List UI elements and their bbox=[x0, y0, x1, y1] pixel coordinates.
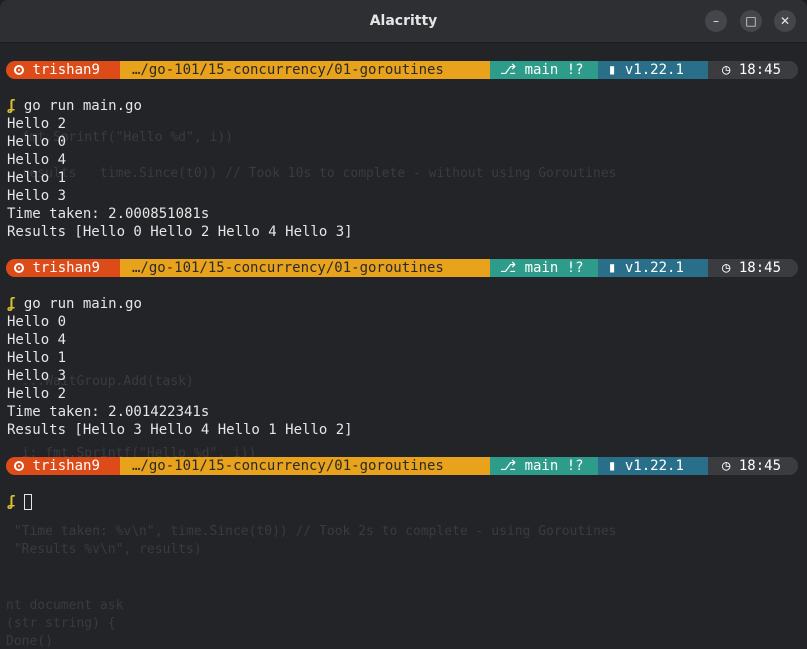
output-line: Hello 1 bbox=[7, 350, 67, 366]
prompt-git-segment: ⎇ main !? bbox=[490, 457, 598, 475]
prompt-go-version: v1.22.1 bbox=[624, 458, 684, 474]
minimize-button[interactable]: – bbox=[705, 10, 727, 32]
command-line: ʆ go run main.go bbox=[7, 97, 142, 115]
maximize-button[interactable]: □ bbox=[740, 10, 762, 32]
prompt-git-segment: ⎇ main !? bbox=[490, 259, 598, 277]
ghost-text: Done() bbox=[6, 634, 53, 649]
output-line: Results [Hello 0 Hello 2 Hello 4 Hello 3… bbox=[7, 224, 353, 240]
prompt-user-segment: trishan9 bbox=[6, 259, 120, 277]
go-icon: ▮ bbox=[608, 62, 617, 78]
prompt-git-branch: main !? bbox=[524, 458, 584, 474]
output-line: Hello 2 bbox=[7, 386, 67, 402]
command-text: go run main.go bbox=[23, 296, 142, 312]
prompt-go-version: v1.22.1 bbox=[624, 62, 684, 78]
go-icon: ▮ bbox=[608, 458, 617, 474]
prompt-git-segment: ⎇ main !? bbox=[490, 61, 598, 79]
ubuntu-icon bbox=[14, 65, 24, 75]
prompt-path-segment: …/go-101/15-concurrency/01-goroutines bbox=[120, 457, 490, 475]
output-line: Hello 3 bbox=[7, 188, 67, 204]
prompt-path: …/go-101/15-concurrency/01-goroutines bbox=[132, 62, 444, 78]
prompt-time-segment: ◷ 18:45 bbox=[708, 259, 798, 277]
command-text: go run main.go bbox=[23, 98, 142, 114]
terminal-area[interactable]: fmt.Sprintf("Hello %d", i)) results time… bbox=[0, 43, 807, 649]
ghost-text: results time.Since(t0)) // Took 10s to c… bbox=[6, 166, 617, 181]
prompt-user-segment: trishan9 bbox=[6, 61, 120, 79]
terminal-window: Alacritty – □ ✕ fmt.Sprintf("Hello %d", … bbox=[0, 0, 807, 649]
prompt-path: …/go-101/15-concurrency/01-goroutines bbox=[132, 260, 444, 276]
output-line: Hello 3 bbox=[7, 368, 67, 384]
prompt-go-segment: ▮ v1.22.1 bbox=[598, 259, 708, 277]
output-line: Hello 4 bbox=[7, 332, 67, 348]
prompt-bar: trishan9 …/go-101/15-concurrency/01-goro… bbox=[6, 259, 798, 277]
output-line: Hello 1 bbox=[7, 170, 67, 186]
prompt-bar: trishan9 …/go-101/15-concurrency/01-goro… bbox=[6, 457, 798, 475]
prompt-path-segment: …/go-101/15-concurrency/01-goroutines bbox=[120, 61, 490, 79]
output-line: Time taken: 2.000851081s bbox=[7, 206, 210, 222]
prompt-user: trishan9 bbox=[32, 62, 100, 78]
prompt-user: trishan9 bbox=[32, 260, 100, 276]
prompt-bar: trishan9 …/go-101/15-concurrency/01-goro… bbox=[6, 61, 798, 79]
ubuntu-icon bbox=[14, 263, 24, 273]
output-line: Hello 4 bbox=[7, 152, 67, 168]
git-branch-icon: ⎇ bbox=[500, 458, 517, 474]
prompt-symbol: ʆ bbox=[7, 494, 16, 510]
prompt-go-segment: ▮ v1.22.1 bbox=[598, 61, 708, 79]
git-branch-icon: ⎇ bbox=[500, 62, 517, 78]
go-icon: ▮ bbox=[608, 260, 617, 276]
clock-icon: ◷ bbox=[722, 260, 731, 276]
prompt-git-branch: main !? bbox=[524, 260, 584, 276]
clock-icon: ◷ bbox=[722, 62, 731, 78]
prompt-user-segment: trishan9 bbox=[6, 457, 120, 475]
prompt-time: 18:45 bbox=[738, 458, 782, 474]
prompt-path: …/go-101/15-concurrency/01-goroutines bbox=[132, 458, 444, 474]
prompt-time-segment: ◷ 18:45 bbox=[708, 61, 798, 79]
prompt-git-branch: main !? bbox=[524, 62, 584, 78]
prompt-user: trishan9 bbox=[32, 458, 100, 474]
command-line: ʆ go run main.go bbox=[7, 295, 142, 313]
prompt-time-segment: ◷ 18:45 bbox=[708, 457, 798, 475]
clock-icon: ◷ bbox=[722, 458, 731, 474]
output-line: Hello 0 bbox=[7, 134, 67, 150]
title-bar[interactable]: Alacritty – □ ✕ bbox=[0, 0, 807, 43]
output-line: Time taken: 2.001422341s bbox=[7, 404, 210, 420]
active-command-line[interactable]: ʆ bbox=[7, 493, 15, 511]
ghost-text: (str string) { bbox=[6, 616, 116, 631]
prompt-go-segment: ▮ v1.22.1 bbox=[598, 457, 708, 475]
prompt-go-version: v1.22.1 bbox=[624, 260, 684, 276]
prompt-time: 18:45 bbox=[738, 260, 782, 276]
ghost-text: "Time taken: %v\n", time.Since(t0)) // T… bbox=[6, 524, 617, 539]
git-branch-icon: ⎇ bbox=[500, 260, 517, 276]
prompt-time: 18:45 bbox=[738, 62, 782, 78]
prompt-symbol: ʆ bbox=[7, 98, 16, 114]
output-line: Results [Hello 3 Hello 4 Hello 1 Hello 2… bbox=[7, 422, 353, 438]
text-cursor bbox=[24, 494, 32, 510]
output-line: Hello 0 bbox=[7, 314, 67, 330]
window-title: Alacritty bbox=[369, 13, 438, 29]
close-button[interactable]: ✕ bbox=[774, 10, 796, 32]
ghost-text: "Results %v\n", results) bbox=[6, 542, 202, 557]
ghost-text: nt document ask bbox=[6, 598, 124, 613]
prompt-symbol: ʆ bbox=[7, 296, 16, 312]
output-line: Hello 2 bbox=[7, 116, 67, 132]
prompt-path-segment: …/go-101/15-concurrency/01-goroutines bbox=[120, 259, 490, 277]
ubuntu-icon bbox=[14, 461, 24, 471]
